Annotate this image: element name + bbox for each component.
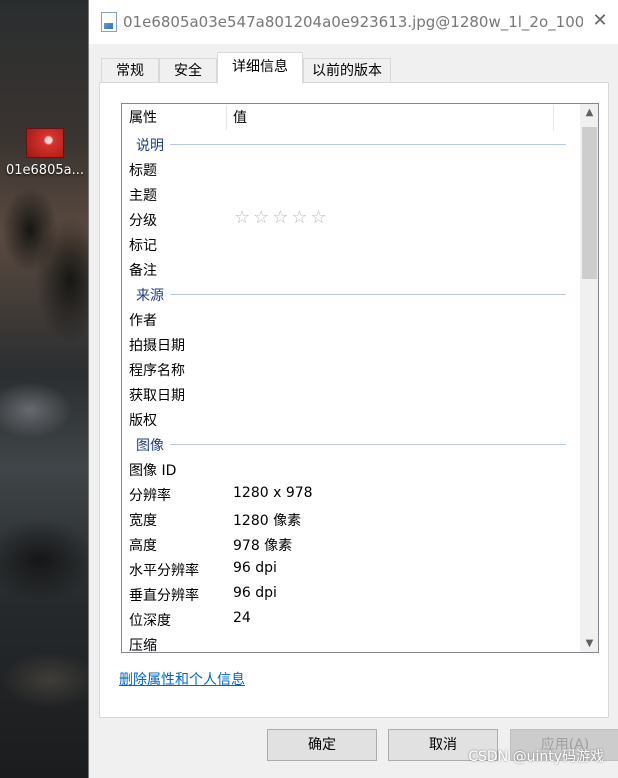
remove-properties-link[interactable]: 删除属性和个人信息 [119,669,245,689]
group-label: 图像 [136,435,170,455]
desktop-background [0,0,100,778]
list-item[interactable]: 分级 ☆☆☆☆☆ [122,207,580,232]
property-name: 图像 ID [129,463,177,479]
list-item[interactable]: 备注 [122,257,580,282]
property-rows: 说明 标题 主题 分级 ☆☆☆☆☆ 标记 备注 来源 作者 拍摄日期 程序名称 获… [122,132,580,653]
list-item[interactable]: 分辨率 1280 x 978 [122,482,580,507]
column-divider[interactable] [226,106,227,130]
property-name: 垂直分辨率 [129,588,199,604]
star-rating[interactable]: ☆☆☆☆☆ [234,207,330,228]
property-value: 96 dpi [233,560,277,576]
property-name: 宽度 [129,513,157,529]
list-item[interactable]: 拍摄日期 [122,332,580,357]
property-name: 位深度 [129,613,171,629]
property-name: 获取日期 [129,388,185,404]
property-name: 标记 [129,238,157,254]
group-header-description: 说明 [122,132,580,157]
column-header-property[interactable]: 属性 [129,104,157,132]
property-name: 拍摄日期 [129,338,185,354]
list-item[interactable]: 图像 ID [122,457,580,482]
list-item[interactable]: 程序名称 [122,357,580,382]
group-divider [136,144,566,145]
tab-general[interactable]: 常规 [101,58,159,83]
vertical-scrollbar[interactable]: ▲ ▼ [580,104,598,652]
property-name: 作者 [129,313,157,329]
list-item[interactable]: 宽度 1280 像素 [122,507,580,532]
column-header-value[interactable]: 值 [233,104,247,132]
property-name: 主题 [129,188,157,204]
scrollbar-thumb[interactable] [582,127,597,279]
group-divider [136,294,566,295]
list-item[interactable]: 高度 978 像素 [122,532,580,557]
tab-security[interactable]: 安全 [159,58,217,83]
property-name: 备注 [129,263,157,279]
property-name: 版权 [129,413,157,429]
list-item[interactable]: 作者 [122,307,580,332]
list-item[interactable]: 垂直分辨率 96 dpi [122,582,580,607]
property-name: 标题 [129,163,157,179]
close-button[interactable]: ✕ [587,8,613,34]
list-item[interactable]: 标题 [122,157,580,182]
group-header-origin: 来源 [122,282,580,307]
list-item[interactable]: 版权 [122,407,580,432]
list-header: 属性 值 [122,104,580,132]
property-name: 水平分辨率 [129,563,199,579]
list-item[interactable]: 压缩 [122,632,580,653]
desktop-file-label: 01e6805a... [6,163,84,178]
list-item[interactable]: 获取日期 [122,382,580,407]
property-value: 96 dpi [233,585,277,601]
title-bar: 01e6805a03e547a801204a0e923613.jpg@1280w… [89,0,618,44]
properties-dialog: 01e6805a03e547a801204a0e923613.jpg@1280w… [88,0,618,778]
property-value: 1280 x 978 [233,485,313,501]
group-label: 来源 [136,285,170,305]
property-name: 程序名称 [129,363,185,379]
property-name: 高度 [129,538,157,554]
image-thumbnail-icon [26,128,64,158]
watermark: CSDN @uinty码游戏 [468,749,604,765]
tab-details[interactable]: 详细信息 [217,52,303,84]
tab-previous-versions[interactable]: 以前的版本 [303,58,391,83]
list-item[interactable]: 标记 [122,232,580,257]
property-value: 24 [233,610,251,626]
property-value: 1280 像素 [233,513,302,529]
group-label: 说明 [136,135,170,155]
window-title: 01e6805a03e547a801204a0e923613.jpg@1280w… [123,13,583,31]
group-divider [136,444,566,445]
list-item[interactable]: 水平分辨率 96 dpi [122,557,580,582]
property-value: 978 像素 [233,538,293,554]
scroll-down-icon[interactable]: ▼ [581,635,598,652]
desktop-file-icon[interactable]: 01e6805a... [4,128,86,178]
property-list[interactable]: 属性 值 说明 标题 主题 分级 ☆☆☆☆☆ 标记 备注 来源 作者 拍摄日期 … [121,103,599,653]
image-file-icon [101,12,117,32]
property-name: 压缩 [129,638,157,653]
column-divider[interactable] [553,106,554,130]
details-panel: 属性 值 说明 标题 主题 分级 ☆☆☆☆☆ 标记 备注 来源 作者 拍摄日期 … [99,82,609,718]
scroll-up-icon[interactable]: ▲ [581,104,598,121]
list-item[interactable]: 主题 [122,182,580,207]
list-item[interactable]: 位深度 24 [122,607,580,632]
group-header-image: 图像 [122,432,580,457]
property-name: 分辨率 [129,488,171,504]
ok-button[interactable]: 确定 [267,729,377,761]
property-name: 分级 [129,213,157,229]
